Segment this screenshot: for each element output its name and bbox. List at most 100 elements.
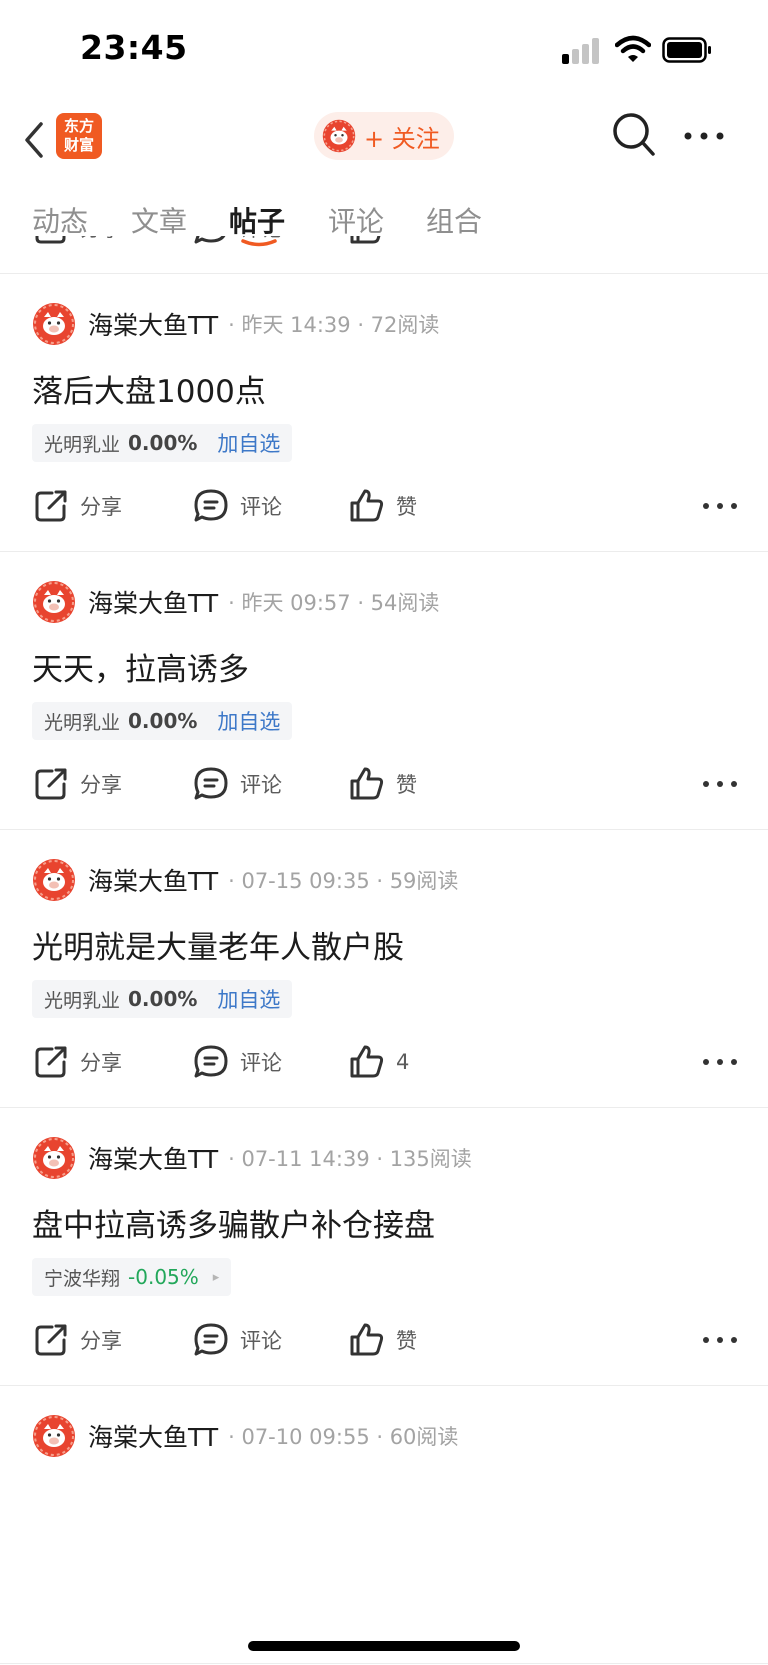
tab-articles[interactable]: 文章 bbox=[131, 200, 187, 240]
comment-button[interactable]: 评论 bbox=[192, 1318, 282, 1362]
comment-button[interactable]: 评论 bbox=[192, 484, 282, 528]
add-watchlist-button[interactable]: 加自选 bbox=[217, 706, 280, 736]
tab-portfolio[interactable]: 组合 bbox=[426, 200, 482, 240]
more-horizontal-icon bbox=[700, 236, 740, 244]
thumbs-up-icon bbox=[350, 489, 384, 522]
avatar[interactable] bbox=[32, 580, 76, 624]
post-more-button[interactable] bbox=[700, 490, 740, 522]
post-author-row[interactable]: 海棠大鱼TT · 07-11 14:39 · 135阅读 bbox=[32, 1136, 472, 1180]
stock-change: 0.00% bbox=[128, 709, 198, 733]
author-name[interactable]: 海棠大鱼TT bbox=[88, 584, 218, 620]
search-button[interactable] bbox=[610, 110, 658, 160]
share-button[interactable]: 分享 bbox=[32, 1040, 122, 1084]
post-actions: 分享 评论 赞 bbox=[32, 484, 742, 528]
more-options-button[interactable] bbox=[680, 118, 728, 154]
comment-button[interactable]: 评论 bbox=[192, 1040, 282, 1084]
stock-tag[interactable]: 光明乳业 0.00% 加自选 bbox=[32, 702, 293, 740]
app-logo: 东方 财富 bbox=[56, 113, 102, 159]
post-card[interactable]: 海棠大鱼TT · 昨天 09:57 · 54阅读 天天，拉高诱多 光明乳业 0.00% 加… bbox=[0, 552, 768, 830]
post-author-row[interactable]: 海棠大鱼TT · 07-15 09:35 · 59阅读 bbox=[32, 858, 458, 902]
like-button[interactable]: 4 bbox=[348, 1040, 409, 1084]
like-button[interactable]: 赞 bbox=[348, 762, 417, 806]
share-label: 分享 bbox=[80, 1329, 122, 1353]
avatar[interactable] bbox=[32, 302, 76, 346]
post-title[interactable]: 盘中拉高诱多骗散户补仓接盘 bbox=[32, 1200, 435, 1245]
post-more-button[interactable] bbox=[700, 236, 740, 244]
back-button[interactable] bbox=[14, 116, 54, 164]
post-card[interactable]: 海棠大鱼TT · 昨天 14:39 · 72阅读落后大盘1000点光明乳业 0.00… bbox=[0, 274, 768, 552]
author-name[interactable]: 海棠大鱼TT bbox=[88, 306, 218, 342]
avatar bbox=[322, 119, 356, 153]
post-title[interactable]: 落后大盘1000点 bbox=[32, 366, 266, 411]
post-actions: 分享 评论 赞 bbox=[32, 1318, 742, 1362]
like-button[interactable]: 5 bbox=[348, 236, 409, 250]
comment-button[interactable]: 评论 bbox=[192, 762, 282, 806]
thumbs-up-icon bbox=[350, 1323, 384, 1356]
share-label: 分享 bbox=[80, 773, 122, 797]
tab-posts[interactable]: 帖子 bbox=[229, 200, 285, 240]
post-card[interactable]: 海棠大鱼TT · 07-11 14:39 · 135阅读 盘中拉高诱多骗散户补仓接盘… bbox=[0, 1108, 768, 1386]
share-button[interactable]: 分享 bbox=[32, 1318, 122, 1362]
post-feed[interactable]: 海棠大鱼TT· 14小时前 · 47阅读上海国资的票别想涨光明乳业0.00%加自… bbox=[0, 236, 768, 1665]
add-watchlist-button[interactable]: 加自选 bbox=[217, 428, 280, 458]
wifi-icon bbox=[615, 35, 651, 62]
comment-label: 评论 bbox=[240, 1051, 282, 1075]
follow-button[interactable]: + 关注 bbox=[314, 112, 454, 160]
comment-icon bbox=[194, 489, 228, 522]
author-name[interactable]: 海棠大鱼TT bbox=[88, 862, 218, 898]
post-card[interactable]: 海棠大鱼TT · 07-15 09:35 · 59阅读 光明就是大量老年人散户股光明… bbox=[0, 830, 768, 1108]
share-button[interactable]: 分享 bbox=[32, 762, 122, 806]
share-label: 分享 bbox=[80, 495, 122, 519]
comment-label: 评论 bbox=[240, 236, 282, 243]
like-count: 5 bbox=[396, 236, 409, 240]
avatar[interactable] bbox=[32, 858, 76, 902]
author-name[interactable]: 海棠大鱼TT bbox=[88, 1140, 218, 1176]
post-author-row[interactable]: 海棠大鱼TT · 昨天 09:57 · 54阅读 bbox=[32, 580, 439, 624]
thumbs-up-icon bbox=[350, 1045, 384, 1078]
thumbs-up-icon bbox=[350, 767, 384, 800]
avatar[interactable] bbox=[32, 1136, 76, 1180]
cellular-signal-icon bbox=[562, 38, 602, 64]
stock-tag[interactable]: 光明乳业 0.00% 加自选 bbox=[32, 980, 293, 1018]
post-meta: · 07-10 09:55 · 60阅读 bbox=[228, 1425, 459, 1449]
like-button[interactable]: 赞 bbox=[348, 484, 417, 528]
post-title[interactable]: 光明就是大量老年人散户股 bbox=[32, 922, 404, 967]
post-author-row[interactable]: 海棠大鱼TT · 07-10 09:55 · 60阅读 bbox=[32, 1414, 458, 1458]
more-horizontal-icon bbox=[703, 1059, 737, 1065]
more-horizontal-icon bbox=[684, 132, 724, 140]
tab-comments[interactable]: 评论 bbox=[328, 200, 384, 240]
stock-tag[interactable]: 宁波华翔 -0.05% ▸ bbox=[32, 1258, 232, 1296]
post-card[interactable]: 海棠大鱼TT· 14小时前 · 47阅读上海国资的票别想涨光明乳业0.00%加自… bbox=[0, 236, 768, 274]
post-actions: 分享 评论 赞 bbox=[32, 762, 742, 806]
like-button[interactable]: 赞 bbox=[348, 1318, 417, 1362]
post-title[interactable]: 天天，拉高诱多 bbox=[32, 644, 249, 689]
stock-name: 光明乳业 bbox=[44, 989, 121, 1012]
post-actions: 分享 评论 4 bbox=[32, 1040, 742, 1084]
stock-change: 0.00% bbox=[128, 431, 198, 455]
search-icon bbox=[613, 113, 655, 156]
stock-name: 光明乳业 bbox=[44, 433, 121, 456]
stock-tag[interactable]: 光明乳业 0.00% 加自选 bbox=[32, 424, 293, 462]
comment-label: 评论 bbox=[240, 1329, 282, 1353]
comment-button[interactable]: 评论 bbox=[192, 236, 282, 250]
post-more-button[interactable] bbox=[700, 1324, 740, 1356]
share-button[interactable]: 分享 bbox=[32, 484, 122, 528]
post-more-button[interactable] bbox=[700, 1046, 740, 1078]
more-horizontal-icon bbox=[703, 503, 737, 509]
more-horizontal-icon bbox=[703, 781, 737, 787]
follow-label: + 关注 bbox=[364, 124, 440, 153]
post-meta: · 昨天 14:39 · 72阅读 bbox=[228, 313, 440, 337]
share-icon bbox=[35, 768, 67, 800]
share-button[interactable]: 分享 bbox=[32, 236, 122, 250]
post-more-button[interactable] bbox=[700, 768, 740, 800]
avatar[interactable] bbox=[32, 1414, 76, 1458]
comment-icon bbox=[194, 1045, 228, 1078]
post-card[interactable]: 海棠大鱼TT · 07-10 09:55 · 60阅读 bbox=[0, 1386, 768, 1664]
author-name[interactable]: 海棠大鱼TT bbox=[88, 1418, 218, 1454]
home-indicator[interactable] bbox=[248, 1641, 520, 1651]
post-author-row[interactable]: 海棠大鱼TT · 昨天 14:39 · 72阅读 bbox=[32, 302, 439, 346]
stock-name: 宁波华翔 bbox=[44, 1267, 121, 1290]
tab-dynamic[interactable]: 动态 bbox=[32, 200, 88, 240]
post-actions: 分享 评论 5 bbox=[32, 236, 742, 250]
add-watchlist-button[interactable]: 加自选 bbox=[217, 984, 280, 1014]
